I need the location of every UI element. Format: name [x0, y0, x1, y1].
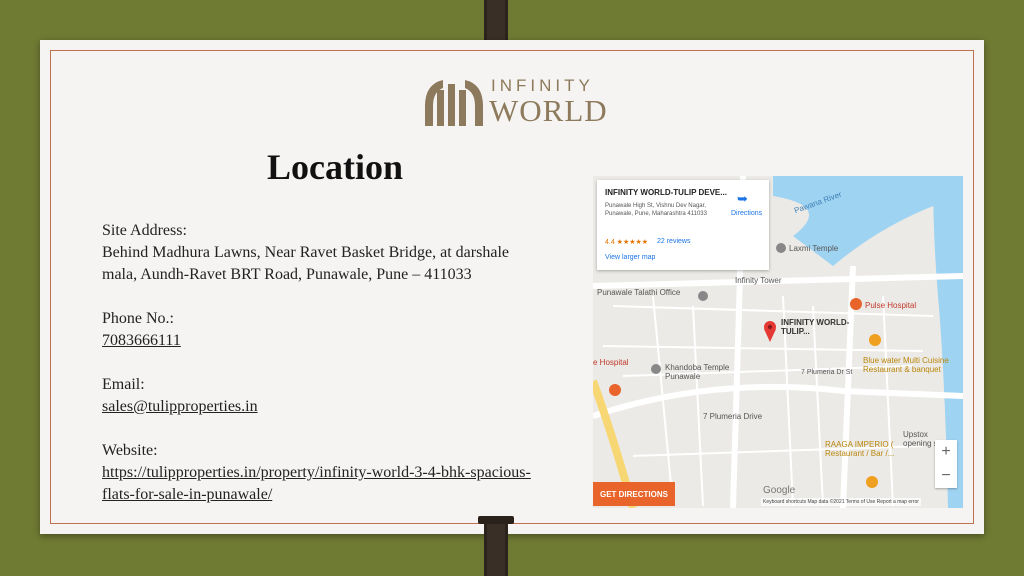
zoom-in-button[interactable]: + [935, 440, 957, 464]
bottom-strap [478, 516, 514, 576]
label-raaga-imperio: RAAGA IMPERIO ( Restaurant / Bar /... [825, 440, 895, 458]
label-plumeria-drive: 7 Plumeria Drive [703, 412, 763, 421]
get-directions-button[interactable]: GET DIRECTIONS [593, 482, 675, 506]
zoom-controls: + − [935, 440, 957, 488]
website-label: Website: [102, 442, 158, 459]
place-title: INFINITY WORLD-TULIP DEVE... [605, 188, 727, 197]
map-footer: Keyboard shortcuts Map data ©2021 Terms … [761, 498, 921, 506]
site-address-value: Behind Madhura Lawns, Near Ravet Basket … [102, 244, 509, 283]
google-logo: Google [763, 485, 796, 496]
label-plumeria-dr-st: 7 Plumeria Dr St [801, 369, 853, 376]
email-link[interactable]: sales@tulipproperties.in [102, 398, 258, 415]
label-pulse-hospital: Pulse Hospital [865, 301, 917, 310]
slide-card: INFINITY WORLD Location Site Address: Be… [40, 40, 984, 534]
label-talathi-office: Punawale Talathi Office [597, 288, 681, 297]
place-address: Punawale High St, Vishnu Dev Nagar, Puna… [605, 203, 707, 217]
logo-text-world: WORLD [489, 93, 608, 128]
label-map-pin: INFINITY WORLD-TULIP... [781, 318, 850, 336]
label-blue-water: Blue water Multi Cuisine Restaurant & ba… [863, 356, 949, 374]
contact-info: Site Address: Behind Madhura Lawns, Near… [102, 220, 542, 506]
email-label: Email: [102, 376, 145, 393]
phone-link[interactable]: 7083666111 [102, 332, 181, 349]
place-rating: 4.4 ★★★★★ [605, 239, 649, 246]
label-hospital: e Hospital [593, 358, 629, 367]
infinity-world-logo: INFINITY WORLD [423, 76, 607, 128]
label-khandoba-temple: Khandoba Temple Punawale [665, 363, 730, 381]
place-info-card: INFINITY WORLD-TULIP DEVE... Punawale Hi… [597, 180, 769, 270]
logo-mark-icon [425, 80, 483, 126]
zoom-out-button[interactable]: − [935, 464, 957, 488]
place-reviews-link[interactable]: 22 reviews [657, 238, 690, 245]
website-link[interactable]: https://tulipproperties.in/property/infi… [102, 464, 531, 503]
view-larger-map-link[interactable]: View larger map [605, 254, 655, 261]
site-address-label: Site Address: [102, 222, 187, 239]
label-laxmi-temple: Laxmi Temple [789, 244, 839, 253]
page-title: Location [267, 147, 404, 187]
phone-label: Phone No.: [102, 310, 174, 327]
label-infinity-tower: Infinity Tower [735, 276, 782, 285]
directions-link[interactable]: Directions [731, 210, 762, 217]
directions-icon[interactable]: ➥ [737, 192, 751, 206]
location-map[interactable]: INFINITY WORLD-TULIP DEVE... Punawale Hi… [593, 176, 963, 508]
